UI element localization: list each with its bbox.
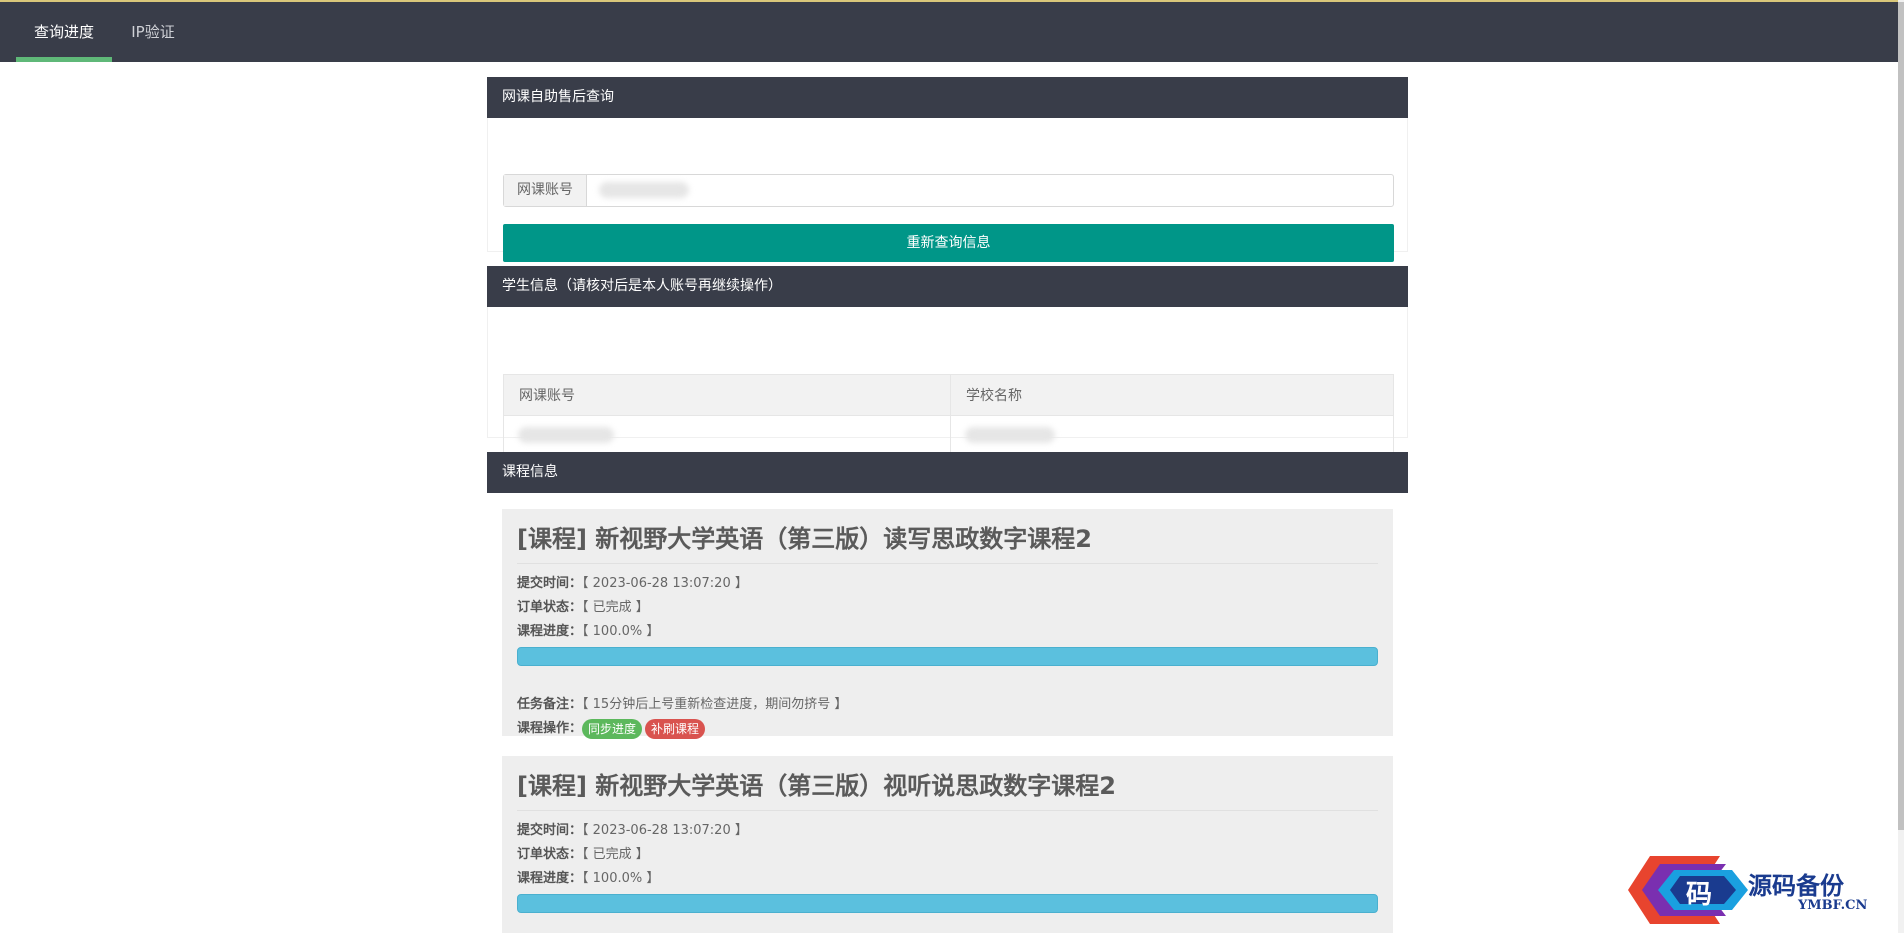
submit-time-value: 【 2023-06-28 13:07:20 】 [582, 823, 748, 838]
page-scrollbar[interactable] [1898, 0, 1904, 933]
search-panel-title: 网课自助售后查询 [487, 77, 1408, 118]
submit-time-label: 提交时间： [517, 823, 583, 838]
course-title: [课程] 新视野大学英语（第三版）视听说思政数字课程2 [517, 756, 1378, 811]
submit-time-value: 【 2023-06-28 13:07:20 】 [582, 576, 748, 591]
student-panel-title: 学生信息（请核对后是本人账号再继续操作） [487, 266, 1408, 307]
submit-time-row: 提交时间：【 2023-06-28 13:07:20 】 [517, 572, 1378, 596]
redo-course-button[interactable]: 补刷课程 [645, 718, 706, 739]
progress-bar [517, 647, 1378, 666]
watermark-subtitle: YMBF.CN [1798, 898, 1868, 913]
order-status-value: 【 已完成 】 [582, 847, 649, 862]
progress-value: 【 100.0% 】 [582, 871, 660, 886]
column-header-school: 学校名称 [950, 374, 1394, 416]
scrollbar-thumb[interactable] [1898, 2, 1904, 830]
cell-account [503, 415, 951, 457]
tab-ip-verify[interactable]: IP验证 [120, 2, 186, 62]
progress-value: 【 100.0% 】 [582, 624, 660, 639]
column-header-account: 网课账号 [503, 374, 951, 416]
course-title: [课程] 新视野大学英语（第三版）读写思政数字课程2 [517, 509, 1378, 564]
account-input[interactable] [587, 175, 1406, 208]
operations-row: 课程操作： 同步进度 补刷课程 [517, 717, 1378, 741]
task-note-label: 任务备注： [517, 697, 583, 712]
order-status-label: 订单状态： [517, 847, 583, 862]
submit-time-label: 提交时间： [517, 576, 583, 591]
course-card: [课程] 新视野大学英语（第三版）读写思政数字课程2 提交时间：【 2023-0… [502, 509, 1393, 739]
account-label: 网课账号 [504, 175, 587, 206]
watermark-title: 源码备份 [1748, 871, 1844, 900]
student-table: 网课账号 学校名称 [503, 374, 1394, 457]
task-note-row: 任务备注：【 15分钟后上号重新检查进度，期间勿挤号 】 [517, 693, 1378, 717]
progress-row: 课程进度：【 100.0% 】 [517, 867, 1378, 891]
operations-label: 课程操作： [517, 721, 583, 736]
watermark-logo-char: 码 [1686, 880, 1713, 910]
search-panel-body: 网课账号 重新查询信息 [487, 118, 1408, 262]
order-status-row: 订单状态：【 已完成 】 [517, 596, 1378, 620]
course-panel-title: 课程信息 [487, 452, 1408, 493]
progress-label: 课程进度： [517, 624, 583, 639]
search-panel: 网课自助售后查询 网课账号 重新查询信息 [487, 77, 1408, 262]
watermark-logo-icon [1628, 856, 1748, 924]
cell-school [950, 415, 1394, 457]
order-status-value: 【 已完成 】 [582, 600, 649, 615]
task-note-value: 【 15分钟后上号重新检查进度，期间勿挤号 】 [582, 697, 848, 712]
redacted-school-mask [965, 427, 1055, 443]
sync-progress-button[interactable]: 同步进度 [582, 718, 643, 739]
progress-bar [517, 894, 1378, 913]
watermark-logo: 码 源码备份 YMBF.CN [1620, 850, 1900, 930]
order-status-row: 订单状态：【 已完成 】 [517, 843, 1378, 867]
redacted-account-mask [518, 427, 614, 443]
table-row [503, 415, 1394, 457]
progress-label: 课程进度： [517, 871, 583, 886]
account-input-group: 网课账号 [503, 174, 1406, 208]
top-nav-bar: 查询进度 IP验证 [0, 0, 1898, 62]
course-card: [课程] 新视野大学英语（第三版）视听说思政数字课程2 提交时间：【 2023-… [502, 756, 1393, 933]
tab-query-progress[interactable]: 查询进度 [16, 2, 112, 62]
submit-time-row: 提交时间：【 2023-06-28 13:07:20 】 [517, 819, 1378, 843]
student-panel-body: 网课账号 学校名称 [487, 307, 1408, 457]
redacted-account-mask [599, 182, 689, 198]
requery-button[interactable]: 重新查询信息 [503, 224, 1394, 262]
course-panel: 课程信息 [课程] 新视野大学英语（第三版）读写思政数字课程2 提交时间：【 2… [487, 452, 1408, 933]
student-panel: 学生信息（请核对后是本人账号再继续操作） 网课账号 学校名称 [487, 266, 1408, 457]
progress-row: 课程进度：【 100.0% 】 [517, 620, 1378, 644]
table-header-row: 网课账号 学校名称 [503, 374, 1394, 416]
order-status-label: 订单状态： [517, 600, 583, 615]
